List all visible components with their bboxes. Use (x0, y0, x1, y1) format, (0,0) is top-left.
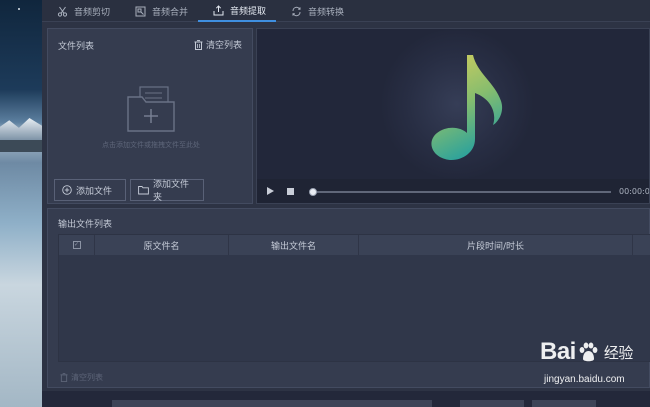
scissors-icon (56, 5, 68, 17)
extract-icon (212, 4, 224, 16)
column-original-name[interactable]: 原文件名 (95, 235, 229, 255)
column-segment-time[interactable]: 片段时间/时长 (359, 235, 633, 255)
tab-label: 音频转换 (308, 7, 345, 18)
bottom-field[interactable] (112, 400, 432, 407)
trash-icon (60, 373, 68, 382)
wallpaper-mountain (0, 118, 42, 140)
desktop-wallpaper (0, 0, 42, 407)
file-list-title: 文件列表 (58, 42, 95, 52)
merge-icon (134, 5, 146, 17)
drop-hint-text: 点击添加文件或拖拽文件至此处 (102, 141, 200, 149)
baidu-jingyan-watermark: Bai 经验 jingyan.baidu.com (540, 338, 650, 394)
plus-circle-icon (62, 185, 72, 195)
output-list-title: 输出文件列表 (58, 220, 113, 230)
watermark-logo: Bai 经验 (540, 338, 633, 366)
clear-file-list-button[interactable]: 清空列表 (194, 38, 242, 51)
bottom-button[interactable] (532, 400, 596, 407)
clear-output-list-button[interactable]: 清空列表 (60, 372, 103, 383)
tab-audio-extract[interactable]: 音频提取 (198, 0, 277, 22)
clear-list-label: 清空列表 (205, 41, 242, 51)
tab-label: 音频剪切 (74, 7, 111, 18)
wallpaper-shore (0, 140, 42, 152)
folder-icon (138, 185, 149, 195)
tab-bar: 音频剪切 音频合并 音频提取 音频转换 (42, 0, 650, 22)
bottom-button[interactable] (460, 400, 524, 407)
tab-label: 音频合并 (152, 7, 189, 18)
stop-icon[interactable] (287, 188, 294, 195)
watermark-brand-right: 经验 (603, 343, 634, 362)
column-spacer (633, 235, 650, 255)
audio-editor-window: 音频剪切 音频合并 音频提取 音频转换 文件列表 清空列表 点击添加文件或拖拽文… (42, 0, 650, 407)
select-all-checkbox[interactable]: ✓ (72, 241, 81, 249)
watermark-brand-left: Bai (540, 338, 576, 365)
trash-icon (194, 39, 203, 50)
table-header: ✓ 原文件名 输出文件名 片段时间/时长 (59, 235, 650, 255)
wallpaper-star (18, 8, 20, 10)
play-icon[interactable] (267, 187, 274, 195)
select-all-cell: ✓ (59, 235, 95, 255)
paw-icon (577, 341, 599, 363)
player-controls: 00:00:0 (257, 179, 650, 203)
column-output-name[interactable]: 输出文件名 (229, 235, 359, 255)
convert-icon (290, 5, 302, 17)
add-folder-button[interactable]: 添加文件夹 (130, 179, 204, 203)
add-file-label: 添加文件 (76, 186, 113, 197)
clear-output-label: 清空列表 (71, 373, 103, 382)
music-note-icon (421, 47, 513, 165)
tab-audio-cut[interactable]: 音频剪切 (42, 0, 120, 22)
audio-player: 00:00:0 (256, 28, 650, 204)
tab-audio-merge[interactable]: 音频合并 (120, 0, 198, 22)
tab-label: 音频提取 (230, 6, 267, 17)
file-list-panel: 文件列表 清空列表 点击添加文件或拖拽文件至此处 添加文件 添加文件夹 (47, 28, 253, 204)
add-file-button[interactable]: 添加文件 (54, 179, 126, 201)
add-folder-label: 添加文件夹 (153, 180, 190, 203)
add-folder-drop-icon[interactable] (124, 83, 178, 133)
watermark-url: jingyan.baidu.com (544, 374, 625, 385)
progress-knob[interactable] (309, 188, 317, 196)
progress-track[interactable] (311, 191, 611, 193)
tab-audio-convert[interactable]: 音频转换 (276, 0, 354, 22)
time-display: 00:00:0 (619, 187, 650, 196)
